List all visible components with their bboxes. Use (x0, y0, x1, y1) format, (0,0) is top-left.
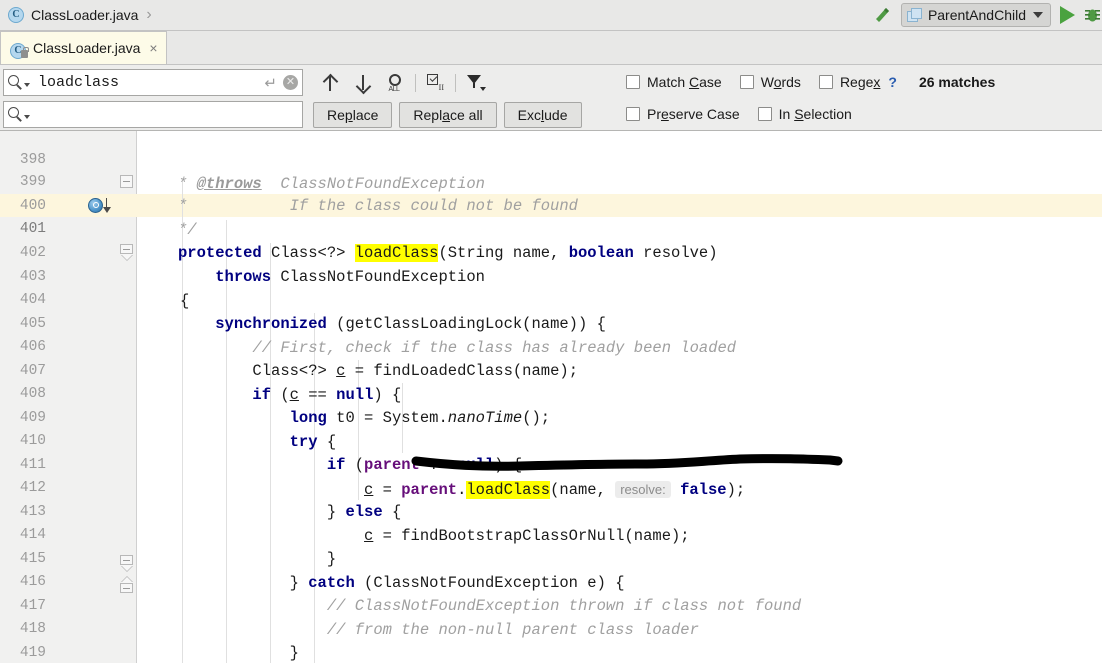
checkbox-box (626, 75, 640, 89)
checkbox-box (739, 75, 754, 89)
match-case-checkbox[interactable]: Match Case (626, 74, 722, 90)
navigation-bar: C ClassLoader.java › ParentAndChild (0, 0, 1102, 31)
java-class-icon: C (8, 7, 24, 23)
find-options-row-1: Match Case Words Regex ? 26 matches (626, 74, 995, 90)
search-input-value: loadclass (38, 74, 120, 91)
code-line: 414 } (0, 501, 1102, 567)
code-line: 400 */ (0, 172, 1102, 238)
breadcrumb: C ClassLoader.java › (0, 0, 152, 30)
code-line: 410 if (parent != null) { (0, 407, 1102, 473)
code-line-current: 401 protected Class<?> loadClass(String … (0, 195, 1102, 262)
chevron-down-icon (1033, 12, 1043, 18)
code-line: 411 c = parent.loadClass(name, resolve: … (0, 431, 1102, 499)
code-line: 417 // from the non-null parent class lo… (0, 572, 1102, 638)
match-count-label: 26 matches (918, 74, 996, 90)
code-line: 418 } (0, 595, 1102, 661)
code-line: 412 } else { (0, 454, 1102, 520)
code-line: 398 * @throws ClassNotFoundException (0, 131, 1102, 192)
run-configuration-label: ParentAndChild (927, 7, 1026, 23)
navbar-actions: ParentAndChild (872, 0, 1102, 30)
editor-tab-classloader[interactable]: C ClassLoader.java × (0, 31, 167, 64)
in-selection-label: In Selection (778, 106, 852, 122)
module-icon (906, 8, 922, 22)
search-input[interactable]: loadclass ↵ ✕ (3, 69, 303, 96)
breadcrumb-file-label: ClassLoader.java (31, 7, 139, 23)
code-line: 399 * If the class could not be found (0, 148, 1102, 214)
exclude-button[interactable]: Exc l ude (503, 102, 582, 128)
run-configuration-selector[interactable]: ParentAndChild (900, 3, 1051, 27)
checkbox-box (757, 107, 772, 121)
editor-tab-label: ClassLoader.java (33, 40, 141, 56)
editor-tab-bar: C ClassLoader.java × (0, 31, 1102, 65)
chevron-down-icon[interactable] (24, 82, 30, 87)
regex-help-icon[interactable]: ? (888, 74, 897, 90)
chevron-down-icon[interactable] (24, 114, 30, 119)
code-line: 402 throws ClassNotFoundException (0, 219, 1102, 285)
find-options-row-2: Preserve Case In Selection (626, 106, 870, 122)
replace-all-button[interactable]: Repl a ce all (399, 102, 497, 128)
find-replace-panel: loadclass ↵ ✕ ALL II Re p lace Repl a ce… (0, 65, 1102, 131)
match-case-label: Match Case (647, 74, 722, 90)
words-checkbox[interactable]: Words (739, 74, 801, 90)
code-line: 416 // ClassNotFoundException thrown if … (0, 548, 1102, 614)
code-line: 404 synchronized (getClassLoadingLock(na… (0, 266, 1102, 332)
run-play-icon[interactable] (1060, 6, 1075, 24)
code-line: 408 long t0 = System.nanoTime(); (0, 360, 1102, 426)
find-toolbar: ALL II (313, 69, 492, 96)
filter-icon[interactable] (459, 69, 492, 96)
code-line: 407 if (c == null) { (0, 337, 1102, 403)
toolbar-divider (415, 73, 416, 92)
regex-label: Regex (839, 74, 881, 90)
intellij-editor-window: C ClassLoader.java › ParentAndChild C Cl… (0, 0, 1102, 663)
replace-input[interactable] (3, 101, 303, 128)
replace-button-group: Re p lace Repl a ce all Exc l ude (313, 102, 582, 128)
select-all-occurrences-icon[interactable]: ALL (379, 69, 412, 96)
find-previous-icon[interactable] (313, 69, 346, 96)
checkbox-box (818, 75, 833, 89)
toolbar-divider (455, 73, 456, 92)
search-icon (8, 107, 23, 122)
in-selection-checkbox[interactable]: In Selection (757, 106, 852, 122)
find-in-selection-toggle-icon[interactable]: II (419, 69, 452, 96)
preserve-case-checkbox[interactable]: Preserve Case (626, 106, 740, 122)
close-icon[interactable]: × (149, 41, 157, 55)
code-line: 406 Class<?> c = findLoadedClass(name); (0, 313, 1102, 379)
java-class-readonly-icon: C (10, 40, 29, 59)
breadcrumb-item-file[interactable]: C ClassLoader.java (8, 0, 138, 30)
preserve-case-label: Preserve Case (647, 106, 740, 122)
code-line: 405 // First, check if the class has alr… (0, 290, 1102, 356)
find-next-icon[interactable] (346, 69, 379, 96)
replace-button[interactable]: Re p lace (313, 102, 393, 128)
hammer-build-icon[interactable] (872, 5, 892, 25)
search-icon (8, 75, 23, 90)
checkbox-box (626, 107, 640, 121)
code-editor[interactable]: 398 * @throws ClassNotFoundException 399… (0, 131, 1102, 663)
breadcrumb-separator-icon: › (146, 6, 152, 23)
code-line: 409 try { (0, 384, 1102, 450)
code-line: 420 if (c == null) { (0, 642, 1102, 663)
code-line: 415 } catch (ClassNotFoundException e) { (0, 525, 1102, 591)
code-line: 419 (0, 619, 1102, 661)
code-line: 413 c = findBootstrapClassOrNull(name); (0, 478, 1102, 544)
code-line: 403 { (0, 243, 1102, 309)
enter-icon[interactable]: ↵ (264, 74, 277, 92)
debug-bug-icon[interactable] (1084, 6, 1100, 24)
clear-search-icon[interactable]: ✕ (283, 75, 298, 90)
regex-checkbox[interactable]: Regex (818, 74, 881, 90)
words-label: Words (760, 74, 801, 90)
